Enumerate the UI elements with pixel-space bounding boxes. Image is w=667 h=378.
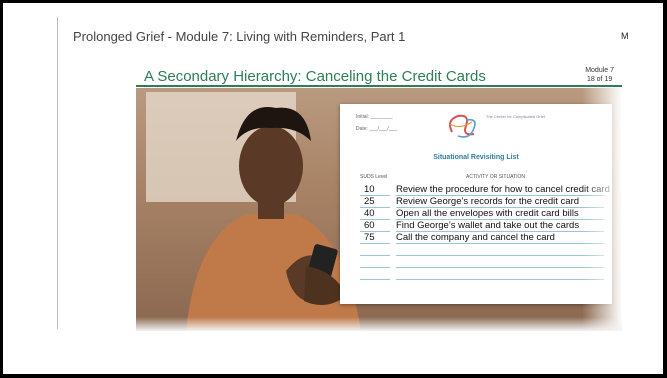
list-row: 75 Call the company and cancel the card [354, 232, 604, 244]
suds-value: 75 [364, 232, 375, 243]
slide: A Secondary Hierarchy: Canceling the Cre… [136, 61, 622, 331]
slide-photo: Initial: ________ Date: ___/___/___ The … [136, 88, 622, 331]
right-fade [582, 88, 622, 331]
video-player-frame: Prolonged Grief - Module 7: Living with … [3, 3, 663, 374]
title-rule [136, 85, 622, 87]
list-row: 40 Open all the envelopes with credit car… [354, 208, 604, 220]
situational-revisiting-list-document: Initial: ________ Date: ___/___/___ The … [340, 104, 612, 304]
module-title: Prolonged Grief - Module 7: Living with … [73, 29, 406, 44]
activity-underline [396, 279, 604, 280]
activity-text: Review George’s records for the credit c… [396, 196, 580, 207]
corner-label: M [621, 31, 629, 41]
logo-text: The Center for Complicated Grief [486, 114, 545, 119]
left-divider [57, 17, 58, 329]
initial-field-label: Initial: ________ [356, 114, 393, 120]
page-number: 18 of 19 [586, 76, 613, 83]
list-row: 25 Review George’s records for the credit… [354, 196, 604, 208]
suds-value: 60 [364, 220, 375, 231]
module-number: Module 7 [585, 67, 614, 74]
list-row [354, 244, 604, 256]
list-row [354, 256, 604, 268]
list-title: Situational Revisiting List [433, 154, 519, 161]
bottom-fade [136, 317, 622, 331]
activity-text: Open all the envelopes with credit card … [396, 208, 579, 219]
woman-with-phone-illustration [186, 106, 361, 331]
list-row [354, 268, 604, 280]
list-row: 60 Find George’s wallet and take out the … [354, 220, 604, 232]
activity-text: Call the company and cancel the card [396, 232, 555, 243]
suds-value: 25 [364, 196, 375, 207]
suds-value: 10 [364, 184, 375, 195]
slide-title: A Secondary Hierarchy: Canceling the Cre… [144, 68, 486, 85]
suds-underline [360, 279, 390, 280]
slide-page-indicator: Module 7 18 of 19 [585, 66, 614, 84]
suds-value: 40 [364, 208, 375, 219]
date-field-label: Date: ___/___/___ [356, 126, 398, 132]
activity-text: Find George’s wallet and take out the ca… [396, 220, 580, 231]
suds-column-header: SUDS Level [360, 174, 388, 180]
activity-text: Review the procedure for how to cancel c… [396, 184, 610, 195]
activity-column-header: ACTIVITY OR SITUATION [466, 174, 525, 180]
list-row: 10 Review the procedure for how to cancel… [354, 184, 610, 196]
